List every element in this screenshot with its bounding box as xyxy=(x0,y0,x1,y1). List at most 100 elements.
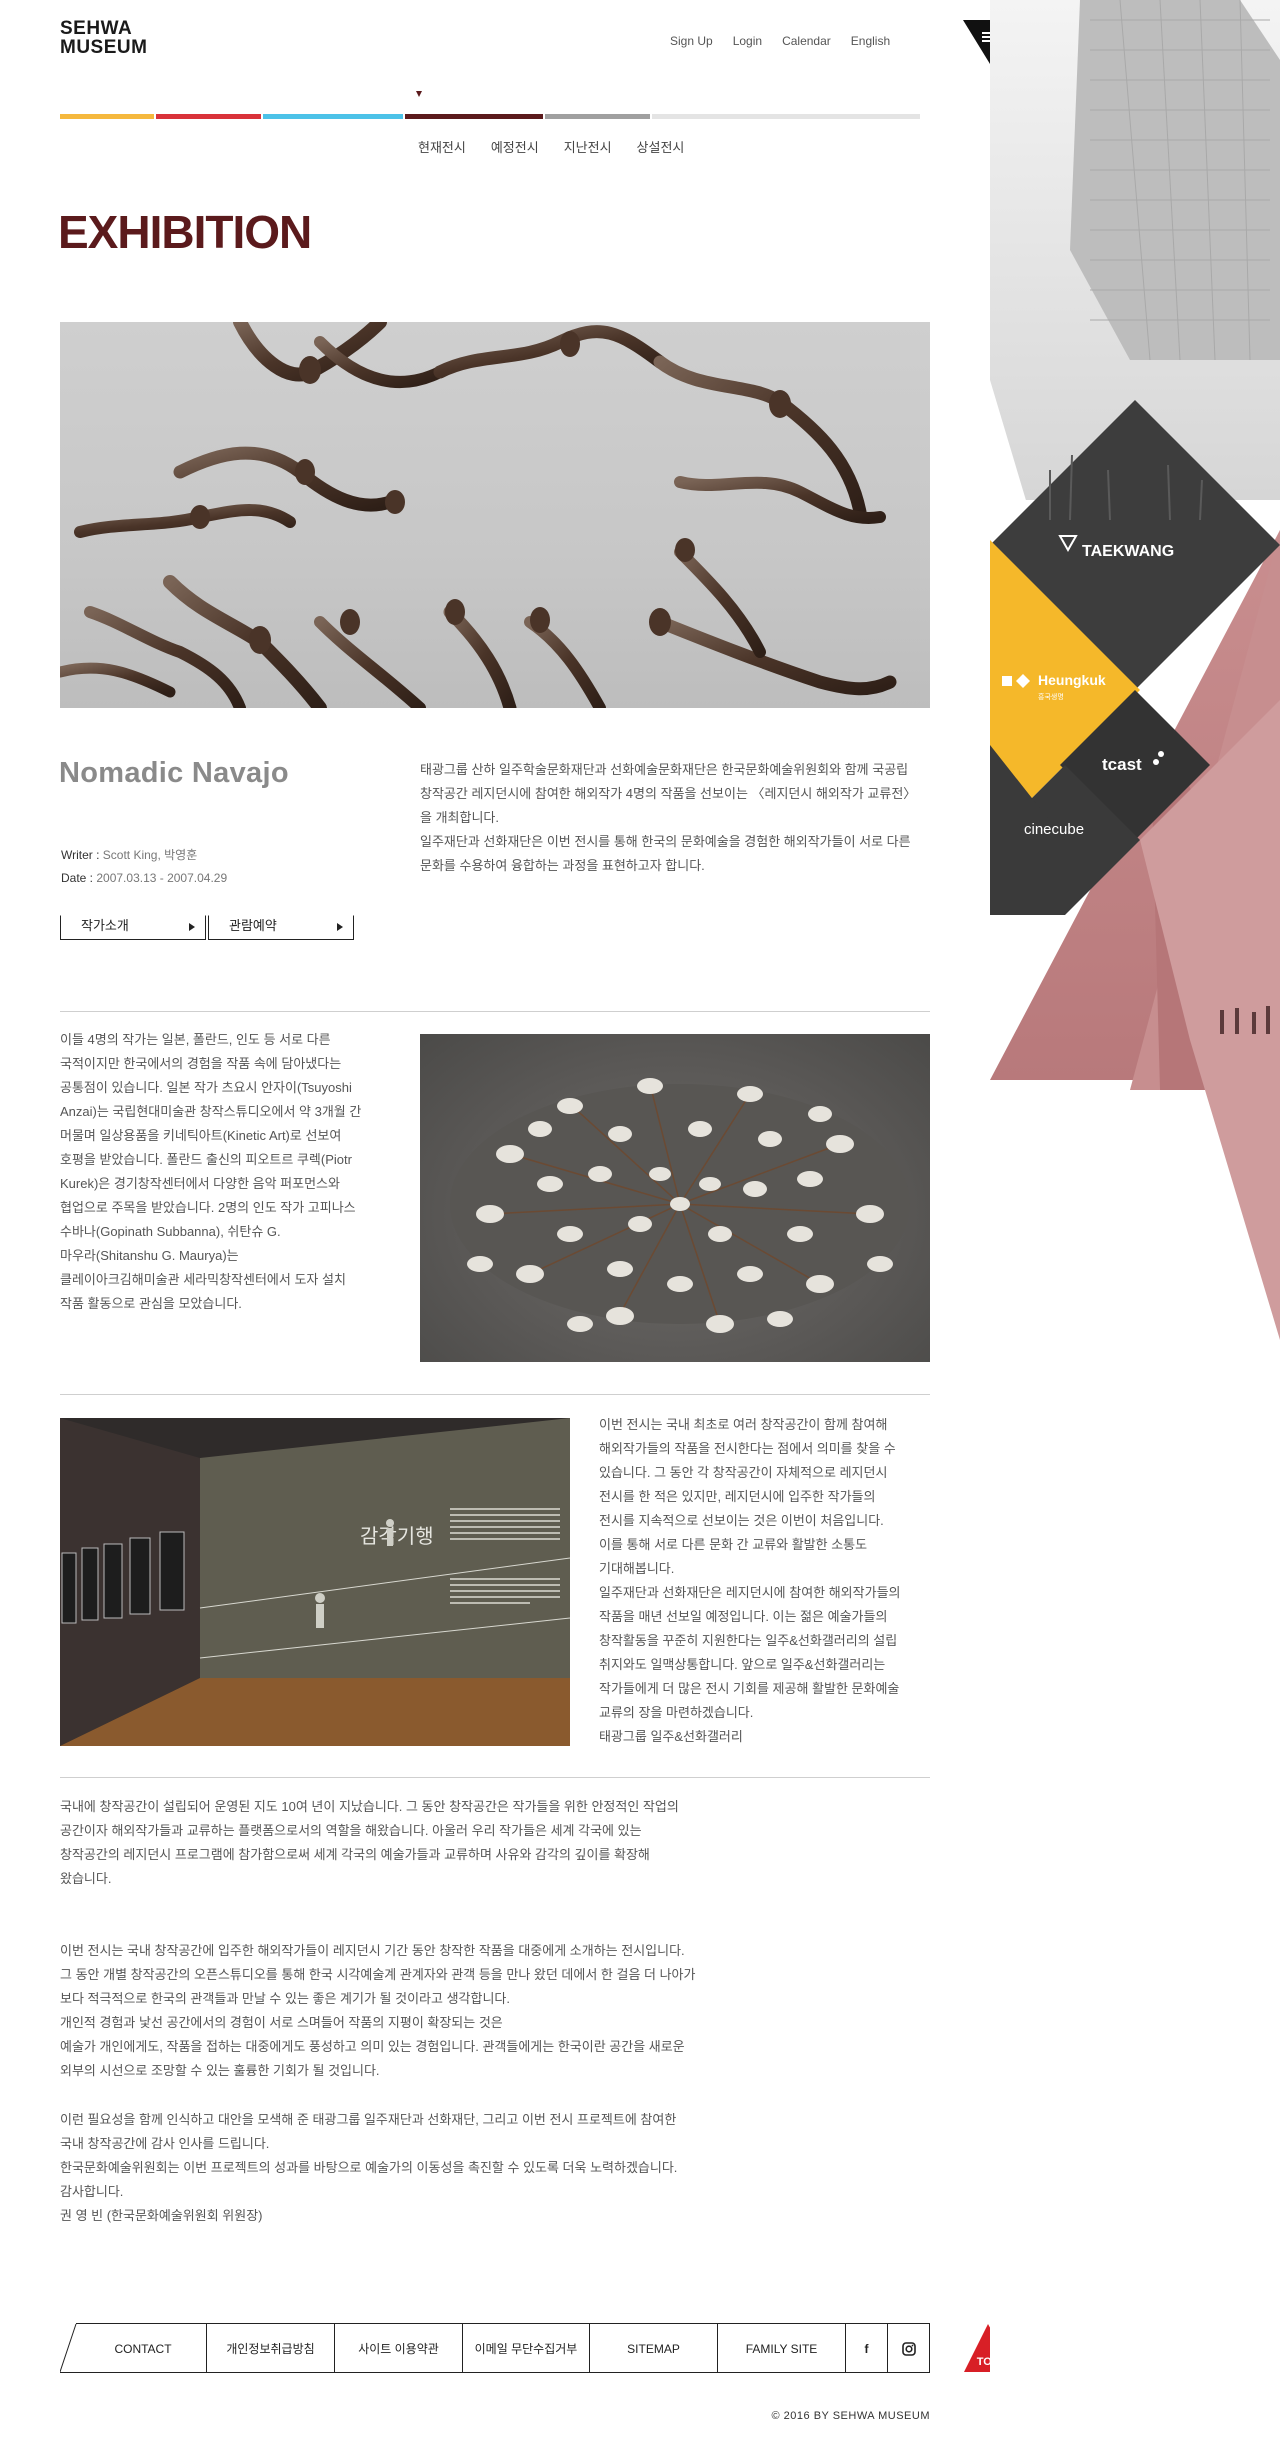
top-links: Sign Up Login Calendar English xyxy=(670,34,910,48)
color-bar-segment xyxy=(652,114,920,119)
para-line: 공통점이 있습니다. 일본 작가 츠요시 안자이(Tsuyoshi xyxy=(60,1080,352,1095)
para-line: 머물며 일상용품을 키네틱아트(Kinetic Art)로 선보여 xyxy=(60,1128,342,1143)
artist-intro-label: 작가소개 xyxy=(81,918,129,933)
desc-line: 을 개최합니다. xyxy=(420,810,499,825)
para-line: 수바나(Gopinath Subbanna), 쉬탄슈 G. xyxy=(60,1224,281,1239)
footer-slash-icon xyxy=(60,2323,80,2373)
family-brand-panel: TAEKWANG Heungkuk 흥국생명 tcast cinecube xyxy=(990,0,1280,2460)
instagram-glyph-icon xyxy=(901,2341,916,2356)
para-line: 창작활동을 꾸준히 지원한다는 일주&선화갤러리의 설립 xyxy=(599,1633,898,1648)
reservation-label: 관람예약 xyxy=(229,918,277,933)
para-line: 이번 전시는 국내 최초로 여러 창작공간이 함께 참여해 xyxy=(599,1417,888,1432)
para-line: 클레이아크김해미술관 세라믹창작센터에서 도자 설치 xyxy=(60,1272,346,1287)
instagram-icon[interactable] xyxy=(888,2323,930,2373)
copyright: © 2016 BY SEHWA MUSEUM xyxy=(771,2410,930,2422)
para-line: 권 영 빈 (한국문화예술위원회 위원장) xyxy=(60,2208,263,2223)
para-line: 기대해봅니다. xyxy=(599,1561,675,1576)
date-value: 2007.03.13 - 2007.04.29 xyxy=(96,871,228,885)
exhibition-description: 태광그룹 산하 일주학술문화재단과 선화예술문화재단은 한국문화예술위원회와 함… xyxy=(420,758,930,878)
color-bar-segment xyxy=(156,114,261,119)
divider xyxy=(60,1777,930,1778)
para-line: 공간이자 해외작가들과 교류하는 플랫폼으로서의 역할을 해왔습니다. 아울러 … xyxy=(60,1823,642,1838)
para-line: 이번 전시는 국내 창작공간에 입주한 해외작가들이 레지던시 기간 동안 창작… xyxy=(60,1943,685,1958)
date-label: Date : xyxy=(61,871,97,885)
gallery-sign-text: 감각기행 xyxy=(360,1524,434,1548)
para-line: 국내에 창작공간이 설립되어 운영된 지도 10여 년이 지났습니다. 그 동안… xyxy=(60,1799,679,1814)
writer-label: Writer : xyxy=(61,848,103,862)
footer-sitemap-link[interactable]: SITEMAP xyxy=(590,2323,718,2373)
para-line: 개인적 경험과 낯선 공간에서의 경험이 서로 스며들어 작품의 지평이 확장되… xyxy=(60,2015,503,2030)
tab-past[interactable]: 지난전시 xyxy=(564,137,612,156)
para-line: 있습니다. 그 동안 각 창작공간이 자체적으로 레지던시 xyxy=(599,1465,888,1480)
color-bar-segment xyxy=(60,114,154,119)
desc-line: 일주재단과 선화재단은 이번 전시를 통해 한국의 문화예술을 경험한 해외작가… xyxy=(420,834,911,849)
facebook-icon[interactable]: f xyxy=(846,2323,888,2373)
para-line: 태광그룹 일주&선화갤러리 xyxy=(599,1729,743,1744)
artist-intro-button[interactable]: 작가소개 xyxy=(60,915,206,940)
para-line: 이런 필요성을 함께 인식하고 대안을 모색해 준 태광그룹 일주재단과 선화재… xyxy=(60,2112,677,2127)
para-line: 그 동안 개별 창작공간의 오픈스튜디오를 통해 한국 시각예술계 관계자와 관… xyxy=(60,1967,696,1982)
english-link[interactable]: English xyxy=(851,34,890,48)
footer-privacy-link[interactable]: 개인정보취급방침 xyxy=(207,2323,335,2373)
para-line: 한국문화예술위원회는 이번 프로젝트의 성과를 바탕으로 예술가의 이동성을 촉… xyxy=(60,2160,678,2175)
para-line: 작품을 매년 선보일 예정입니다. 이는 젊은 예술가들의 xyxy=(599,1609,888,1624)
para-line: 전시를 한 적은 있지만, 레지던시에 입주한 작가들의 xyxy=(599,1489,876,1504)
signup-link[interactable]: Sign Up xyxy=(670,34,713,48)
divider xyxy=(60,1011,930,1012)
color-bar-segment xyxy=(405,114,543,119)
taekwang-logo[interactable]: TAEKWANG xyxy=(1082,543,1174,560)
brand-panel-illustration: TAEKWANG Heungkuk 흥국생명 tcast cinecube xyxy=(990,0,1280,2460)
para-line: 일주재단과 선화재단은 레지던시에 참여한 해외작가들의 xyxy=(599,1585,901,1600)
color-bar xyxy=(60,114,930,119)
leaf-installation-image xyxy=(420,1034,930,1362)
para-line: 외부의 시선으로 조망할 수 있는 훌륭한 기회가 될 것입니다. xyxy=(60,2063,380,2078)
footer-contact-link[interactable]: CONTACT xyxy=(80,2323,207,2373)
color-bar-segment xyxy=(263,114,403,119)
para-line: 작품 활동으로 관심을 모았습니다. xyxy=(60,1296,242,1311)
calendar-link[interactable]: Calendar xyxy=(782,34,831,48)
para-line: 감사합니다. xyxy=(60,2184,124,2199)
heungkuk-sub: 흥국생명 xyxy=(1038,692,1064,701)
gallery-hall-illustration: 감각기행 xyxy=(60,1418,570,1746)
intro-paragraph: 이번 전시는 국내 창작공간에 입주한 해외작가들이 레지던시 기간 동안 창작… xyxy=(60,1939,780,2083)
exhibition-meaning-paragraph: 이번 전시는 국내 최초로 여러 창작공간이 함께 참여해 해외작가들의 작품을… xyxy=(599,1413,930,1749)
para-line: 마우라(Shitanshu G. Maurya)는 xyxy=(60,1248,239,1263)
footer-email-policy-link[interactable]: 이메일 무단수집거부 xyxy=(463,2323,590,2373)
para-line: 협업으로 주목을 받았습니다. 2명의 인도 작가 고피나스 xyxy=(60,1200,356,1215)
tab-current[interactable]: 현재전시 xyxy=(418,137,466,156)
exhibition-title: Nomadic Navajo xyxy=(59,757,289,789)
logo[interactable]: SEHWA MUSEUM xyxy=(60,19,147,57)
tab-permanent[interactable]: 상설전시 xyxy=(637,137,685,156)
logo-line2: MUSEUM xyxy=(60,37,148,58)
thanks-paragraph: 이런 필요성을 함께 인식하고 대안을 모색해 준 태광그룹 일주재단과 선화재… xyxy=(60,2108,780,2228)
gallery-hall-image: 감각기행 xyxy=(60,1418,570,1746)
tab-upcoming[interactable]: 예정전시 xyxy=(491,137,539,156)
para-line: 국적이지만 한국에서의 경험을 작품 속에 담아냈다는 xyxy=(60,1056,342,1071)
para-line: 국내 창작공간에 감사 인사를 드립니다. xyxy=(60,2136,270,2151)
residency-paragraph: 국내에 창작공간이 설립되어 운영된 지도 10여 년이 지났습니다. 그 동안… xyxy=(60,1795,780,1891)
footer-nav: CONTACT 개인정보취급방침 사이트 이용약관 이메일 무단수집거부 SIT… xyxy=(60,2323,930,2373)
writer-line: Writer : Scott King, 박영훈 xyxy=(61,846,197,863)
para-line: 해외작가들의 작품을 전시한다는 점에서 의미를 찾을 수 xyxy=(599,1441,896,1456)
divider xyxy=(60,1394,930,1395)
para-line: 이들 4명의 작가는 일본, 폴란드, 인도 등 서로 다른 xyxy=(60,1032,331,1047)
heungkuk-logo[interactable]: Heungkuk xyxy=(1038,672,1106,688)
login-link[interactable]: Login xyxy=(733,34,762,48)
desc-line: 문화를 수용하여 융합하는 과정을 표현하고자 합니다. xyxy=(420,858,705,873)
tcast-logo[interactable]: tcast xyxy=(1102,755,1142,774)
para-line: 교류의 장을 마련하겠습니다. xyxy=(599,1705,754,1720)
date-line: Date : 2007.03.13 - 2007.04.29 xyxy=(61,871,227,885)
para-line: 왔습니다. xyxy=(60,1871,112,1886)
para-line: 보다 적극적으로 한국의 관객들과 만날 수 있는 좋은 계기가 될 것이라고 … xyxy=(60,1991,510,2006)
para-line: Anzai)는 국립현대미술관 창작스튜디오에서 약 3개월 간 xyxy=(60,1104,362,1119)
para-line: 창작공간의 레지던시 프로그램에 참가함으로써 세계 각국의 예술가들과 교류하… xyxy=(60,1847,650,1862)
page-title: EXHIBITION xyxy=(58,206,312,258)
para-line: 전시를 지속적으로 선보이는 것은 이번이 처음입니다. xyxy=(599,1513,884,1528)
para-line: 취지와도 일맥상통합니다. 앞으로 일주&선화갤러리는 xyxy=(599,1657,886,1672)
footer-terms-link[interactable]: 사이트 이용약관 xyxy=(335,2323,463,2373)
footer-family-site-link[interactable]: FAMILY SITE xyxy=(718,2323,846,2373)
artists-paragraph: 이들 4명의 작가는 일본, 폴란드, 인도 등 서로 다른 국적이지만 한국에… xyxy=(60,1028,400,1316)
cinecube-logo[interactable]: cinecube xyxy=(1024,821,1084,838)
reservation-button[interactable]: 관람예약 xyxy=(208,915,354,940)
bronze-figures-illustration xyxy=(60,322,897,708)
